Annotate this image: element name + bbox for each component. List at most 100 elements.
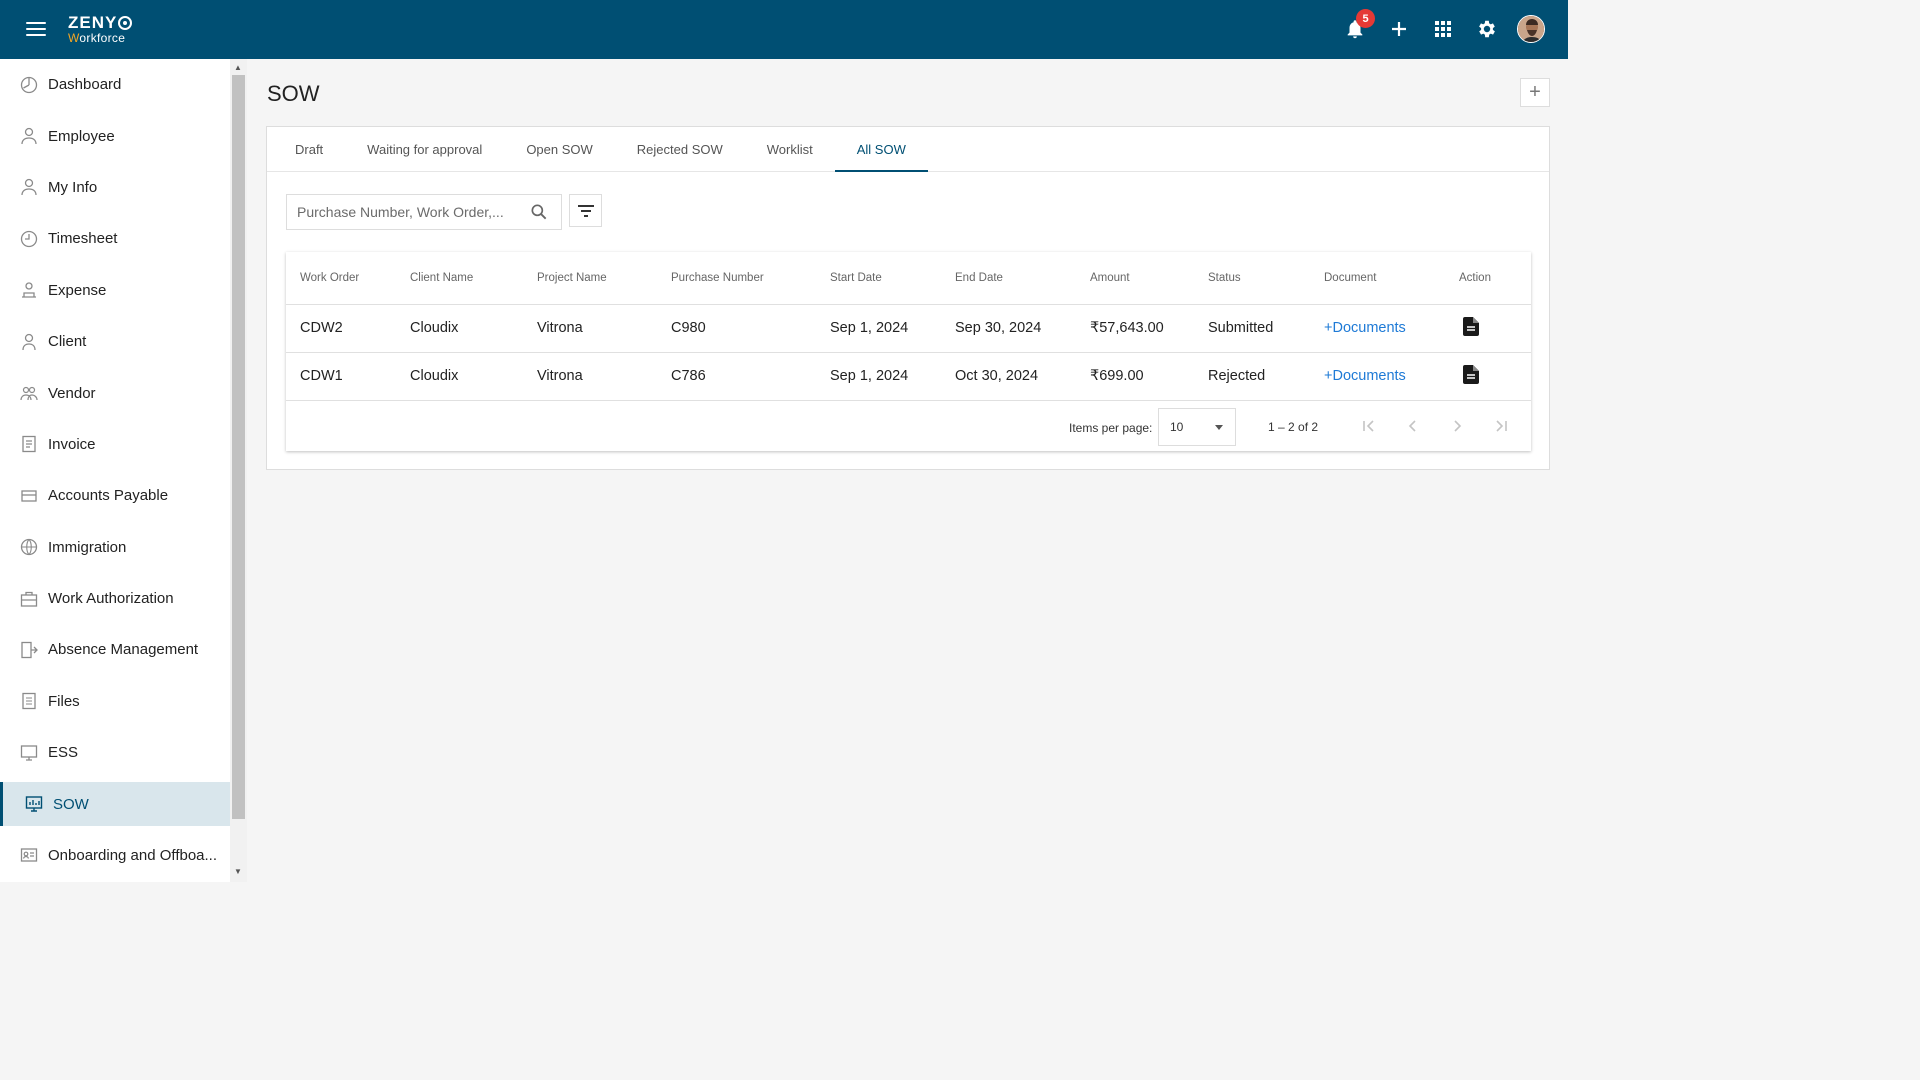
column-header-action[interactable]: Action [1459, 252, 1531, 305]
cell-purchase: C980 [671, 320, 706, 336]
ess-icon [20, 744, 38, 762]
settings-gear-icon[interactable] [1474, 16, 1500, 42]
apps-grid-icon[interactable] [1430, 16, 1456, 42]
table-header-row: Work Order Client Name Project Name Purchas… [286, 252, 1531, 305]
scroll-up-icon[interactable]: ▲ [234, 63, 242, 72]
cell-start: Sep 1, 2024 [830, 320, 909, 336]
sidebar-item-label: Dashboard [48, 76, 122, 94]
sidebar-item-files[interactable]: Files [0, 676, 230, 727]
cell-project: Vitrona [537, 320, 583, 336]
cell-start: Sep 1, 2024 [830, 368, 909, 384]
sidebar-item-label: Timesheet [48, 230, 118, 248]
page-range: 1 – 2 of 2 [1268, 419, 1319, 434]
user-avatar[interactable] [1517, 15, 1545, 43]
cell-end: Sep 30, 2024 [955, 320, 1042, 336]
last-page-icon[interactable] [1491, 416, 1511, 436]
tab-bar: Draft Waiting for approval Open SOW Rejecte… [267, 127, 1549, 172]
add-documents-link[interactable]: +Documents [1324, 368, 1406, 384]
filter-button[interactable] [569, 194, 602, 227]
search-icon[interactable] [529, 202, 549, 222]
sidebar-item-my-info[interactable]: My Info [0, 162, 230, 213]
items-per-page-value: 10 [1170, 419, 1184, 434]
sidebar-item-ess[interactable]: ESS [0, 727, 230, 778]
sidebar-item-label: Work Authorization [48, 590, 174, 608]
notification-badge: 5 [1356, 9, 1375, 28]
sidebar-scrollbar[interactable]: ▲ ▼ [230, 59, 247, 882]
sidebar-item-vendor[interactable]: Vendor [0, 367, 230, 418]
scrollbar-thumb[interactable] [232, 75, 245, 819]
work-authorization-icon [20, 590, 38, 608]
timesheet-icon [20, 230, 38, 248]
tab-waiting-for-approval[interactable]: Waiting for approval [345, 127, 504, 171]
tab-worklist[interactable]: Worklist [745, 127, 835, 171]
document-icon[interactable] [1463, 364, 1479, 388]
scroll-down-icon[interactable]: ▼ [234, 867, 242, 876]
files-icon [20, 692, 38, 710]
sidebar: Dashboard Employee My Info Timesheet Expense… [0, 59, 230, 882]
column-header-start-date[interactable]: Start Date [830, 252, 955, 305]
add-icon[interactable] [1386, 16, 1412, 42]
sidebar-item-immigration[interactable]: Immigration [0, 522, 230, 573]
items-per-page-select[interactable]: 10 [1158, 407, 1236, 446]
sidebar-item-label: SOW [53, 795, 89, 813]
previous-page-icon[interactable] [1403, 416, 1423, 436]
vendor-icon [20, 384, 38, 402]
add-sow-button[interactable]: + [1520, 78, 1550, 107]
column-header-end-date[interactable]: End Date [955, 252, 1090, 305]
column-header-project-name[interactable]: Project Name [537, 252, 671, 305]
sidebar-item-label: Absence Management [48, 641, 199, 659]
cell-action [1459, 352, 1531, 401]
sidebar-item-accounts-payable[interactable]: Accounts Payable [0, 470, 230, 521]
sidebar-item-sow[interactable]: SOW [0, 782, 230, 827]
absence-icon [20, 641, 38, 659]
cell-end: Oct 30, 2024 [955, 368, 1039, 384]
my-info-icon [20, 178, 38, 196]
immigration-icon [20, 538, 38, 556]
cell-work-order: CDW2 [300, 320, 343, 336]
sidebar-item-label: Immigration [48, 538, 127, 556]
sidebar-item-dashboard[interactable]: Dashboard [0, 59, 230, 110]
sidebar-item-work-authorization[interactable]: Work Authorization [0, 573, 230, 624]
menu-icon[interactable] [26, 22, 46, 38]
filter-icon [577, 204, 594, 217]
onboarding-icon [20, 846, 38, 864]
table-row[interactable]: CDW1 Cloudix Vitrona C786 Sep 1, 2024 Oct 30,… [286, 352, 1531, 401]
sidebar-item-absence-management[interactable]: Absence Management [0, 624, 230, 675]
column-header-purchase-number[interactable]: Purchase Number [671, 252, 830, 305]
first-page-icon[interactable] [1359, 416, 1379, 436]
tab-all-sow[interactable]: All SOW [834, 127, 929, 172]
sidebar-item-employee[interactable]: Employee [0, 110, 230, 161]
dashboard-icon [20, 76, 38, 94]
sidebar-item-label: Invoice [48, 435, 96, 453]
cell-project: Vitrona [537, 368, 583, 384]
tab-rejected-sow[interactable]: Rejected SOW [615, 127, 745, 171]
sidebar-item-timesheet[interactable]: Timesheet [0, 213, 230, 264]
app-logo[interactable]: ZENY Workforce [68, 14, 133, 45]
sidebar-item-expense[interactable]: Expense [0, 265, 230, 316]
sidebar-item-label: Employee [48, 127, 115, 145]
document-icon[interactable] [1463, 316, 1479, 340]
logo-sub-rest: orkforce [79, 31, 126, 45]
tab-draft[interactable]: Draft [273, 127, 345, 171]
sidebar-item-onboarding-and-offboa[interactable]: Onboarding and Offboa... [0, 829, 230, 880]
sidebar-item-client[interactable]: Client [0, 316, 230, 367]
accounts-payable-icon [20, 487, 38, 505]
table-row[interactable]: CDW2 Cloudix Vitrona C980 Sep 1, 2024 Sep 30,… [286, 304, 1531, 353]
column-header-amount[interactable]: Amount [1090, 252, 1208, 305]
search-input[interactable] [297, 204, 517, 220]
sidebar-item-label: My Info [48, 178, 98, 196]
sidebar-item-label: Accounts Payable [48, 487, 169, 505]
sidebar-item-label: Vendor [48, 384, 96, 402]
cell-status: Rejected [1208, 368, 1266, 384]
column-header-client-name[interactable]: Client Name [410, 252, 537, 305]
next-page-icon[interactable] [1447, 416, 1467, 436]
column-header-status[interactable]: Status [1208, 252, 1324, 305]
expense-icon [20, 281, 38, 299]
column-header-document[interactable]: Document [1324, 252, 1459, 305]
tab-open-sow[interactable]: Open SOW [504, 127, 614, 171]
sidebar-item-invoice[interactable]: Invoice [0, 419, 230, 470]
column-header-work-order[interactable]: Work Order [286, 252, 410, 305]
items-per-page-label: Items per page: [1069, 420, 1153, 435]
search-box[interactable] [286, 194, 562, 230]
add-documents-link[interactable]: +Documents [1324, 320, 1406, 336]
